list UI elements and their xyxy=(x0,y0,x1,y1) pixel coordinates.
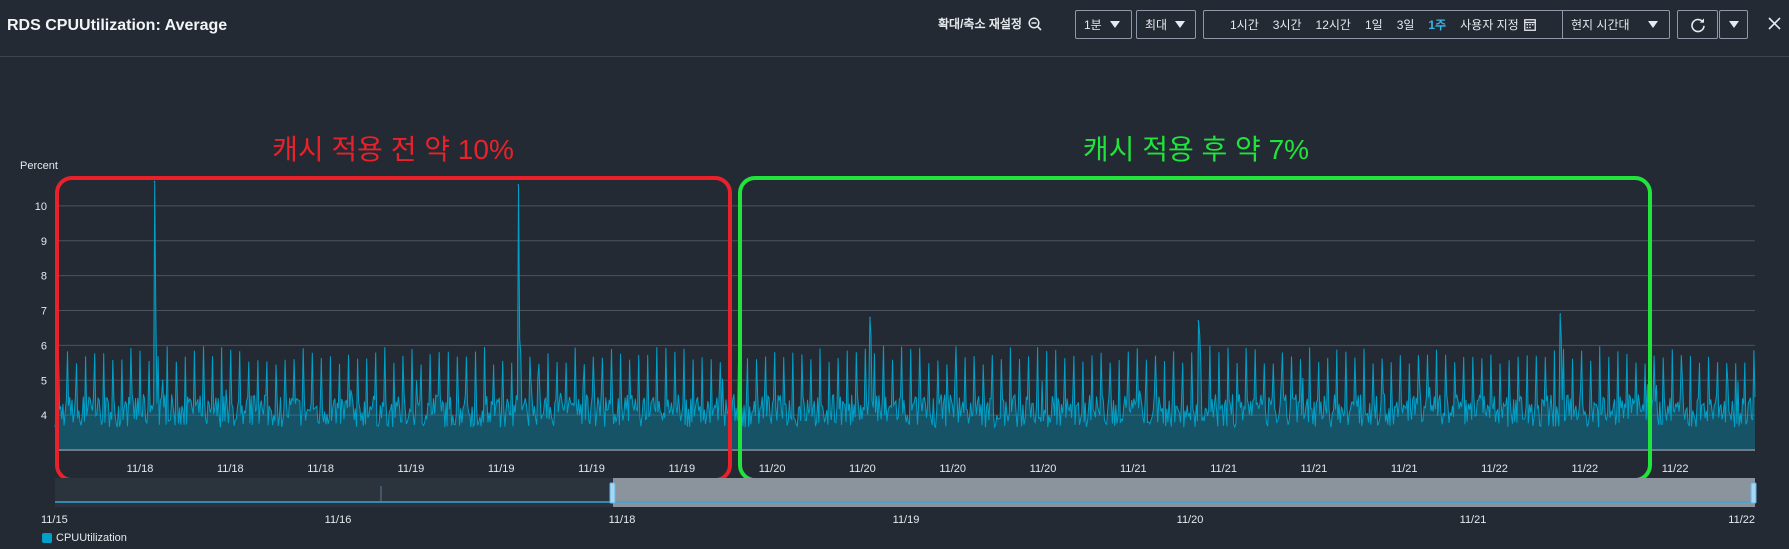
series-line-cpuutilization xyxy=(54,181,1756,429)
x-tick-label: 11/20 xyxy=(759,463,786,475)
cpu-utilization-chart: Percent 4 5 6 7 8 9 10 11/18 11/18 11/18 11/19 11/… xyxy=(20,134,1757,526)
x-tick-label: 11/22 xyxy=(1481,463,1508,475)
time-navigator[interactable] xyxy=(55,478,1757,507)
spike-point xyxy=(1559,313,1562,315)
navigator-tick-label: 11/18 xyxy=(609,514,636,526)
legend-swatch xyxy=(42,533,52,543)
x-tick-label: 11/19 xyxy=(488,463,515,475)
navigator-tick-label: 11/22 xyxy=(1728,514,1755,526)
x-tick-label: 11/21 xyxy=(1120,463,1147,475)
navigator-tick-label: 11/21 xyxy=(1460,514,1487,526)
y-axis-label: Percent xyxy=(20,160,58,172)
x-tick-label: 11/21 xyxy=(1391,463,1418,475)
y-tick-label: 8 xyxy=(41,271,47,283)
navigator-tick-label: 11/19 xyxy=(893,514,920,526)
navigator-right-handle[interactable] xyxy=(1750,482,1757,504)
spike-point xyxy=(1197,320,1200,322)
y-tick-label: 7 xyxy=(41,306,47,318)
x-tick-label: 11/22 xyxy=(1571,463,1598,475)
before-cache-annotation: 캐시 적용 전 약 10% xyxy=(272,134,514,165)
x-tick-label: 11/20 xyxy=(939,463,966,475)
x-tick-label: 11/19 xyxy=(668,463,695,475)
after-cache-annotation: 캐시 적용 후 약 7% xyxy=(1083,134,1309,165)
spike-point xyxy=(869,316,871,319)
spike-point xyxy=(517,184,520,186)
x-tick-label: 11/18 xyxy=(127,463,154,475)
y-tick-label: 9 xyxy=(41,236,47,248)
legend-label: CPUUtilization xyxy=(56,532,127,544)
navigator-tick-label: 11/16 xyxy=(325,514,352,526)
navigator-tick-label: 11/15 xyxy=(41,514,68,526)
x-tick-label: 11/22 xyxy=(1662,463,1689,475)
x-tick-label: 11/19 xyxy=(398,463,425,475)
x-tick-label: 11/18 xyxy=(217,463,244,475)
navigator-tick-label: 11/20 xyxy=(1177,514,1204,526)
x-tick-label: 11/21 xyxy=(1210,463,1237,475)
y-tick-label: 10 xyxy=(35,201,47,213)
y-tick-label: 6 xyxy=(41,340,47,352)
chart-legend[interactable]: CPUUtilization xyxy=(42,532,127,544)
y-tick-label: 5 xyxy=(41,375,47,387)
x-tick-label: 11/21 xyxy=(1301,463,1328,475)
x-tick-label: 11/19 xyxy=(578,463,605,475)
x-tick-label: 11/20 xyxy=(849,463,876,475)
spike-point xyxy=(153,180,156,183)
navigator-left-handle[interactable] xyxy=(609,482,616,504)
y-tick-label: 4 xyxy=(41,410,47,422)
x-tick-label: 11/18 xyxy=(307,463,334,475)
x-tick-label: 11/20 xyxy=(1030,463,1057,475)
